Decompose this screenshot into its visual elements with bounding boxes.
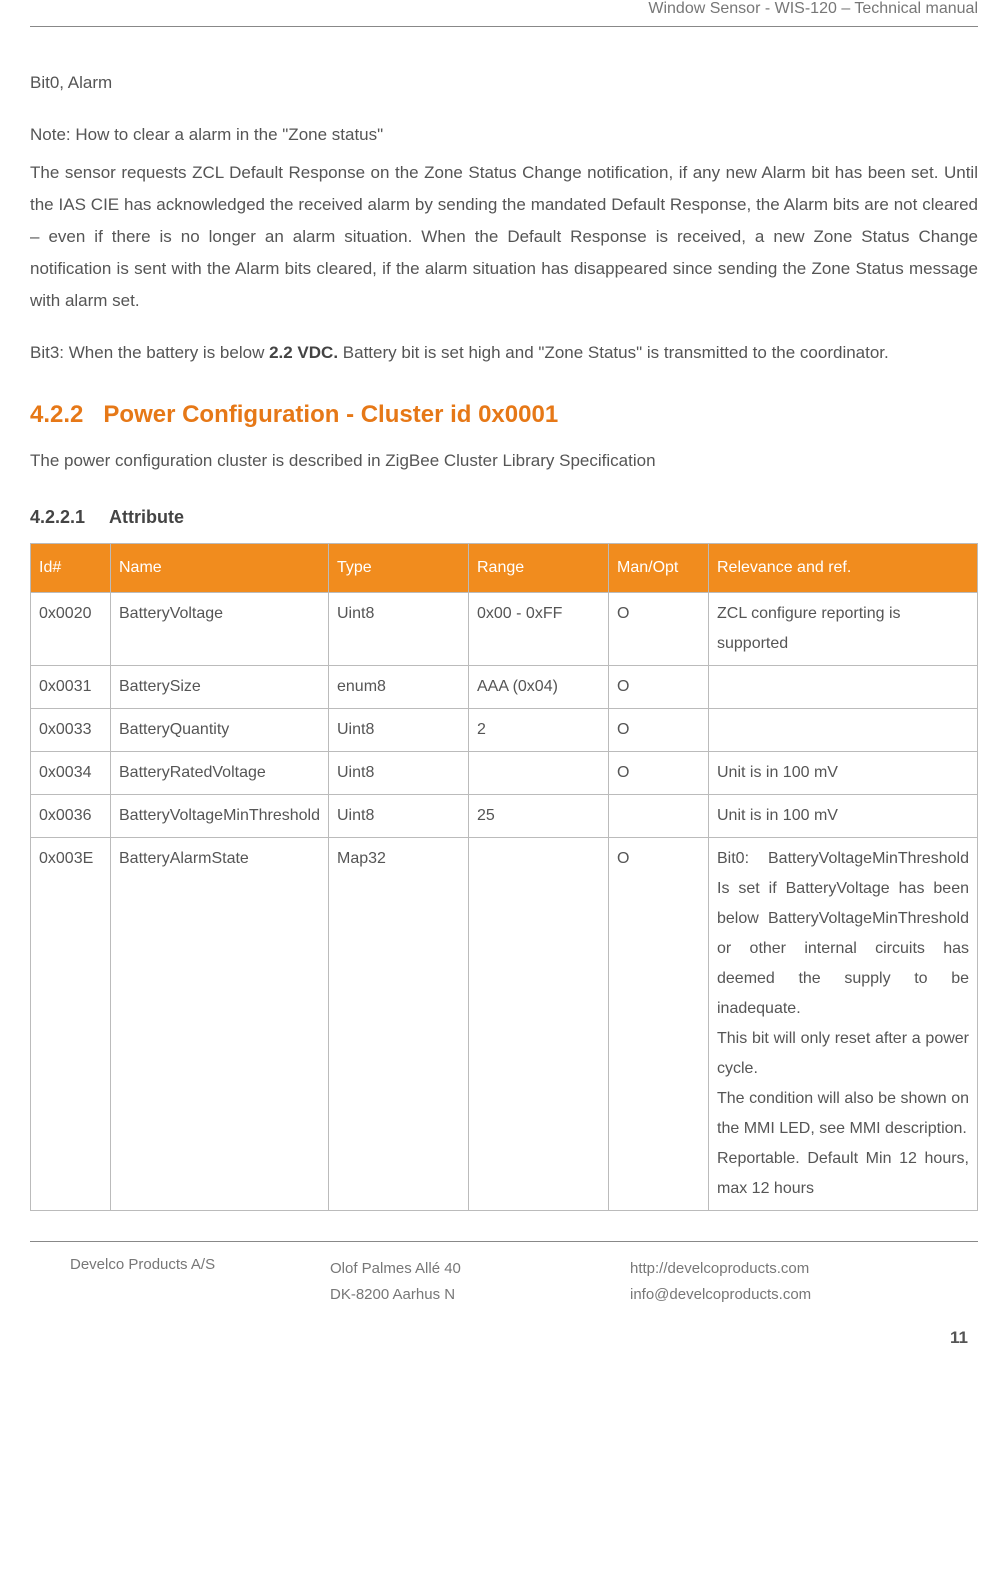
td-manopt: O — [609, 593, 709, 666]
td-range: 25 — [469, 795, 609, 838]
td-name: BatteryVoltage — [111, 593, 329, 666]
td-range: 2 — [469, 709, 609, 752]
section-heading: 4.2.2 Power Configuration - Cluster id 0… — [30, 399, 978, 431]
subsection-heading: 4.2.2.1 Attribute — [30, 501, 978, 533]
table-row: 0x0036BatteryVoltageMinThresholdUint825 U… — [31, 795, 978, 838]
td-id: 0x0034 — [31, 752, 111, 795]
td-range — [469, 752, 609, 795]
td-name: BatteryVoltageMinThreshold — [111, 795, 329, 838]
td-type: Uint8 — [329, 593, 469, 666]
td-relevance: Bit0: BatteryVoltageMinThreshold Is set … — [709, 838, 978, 1211]
th-manopt: Man/Opt — [609, 544, 709, 593]
table-row: 0x0031BatterySizeenum8AAA (0x04)O — [31, 666, 978, 709]
td-range: AAA (0x04) — [469, 666, 609, 709]
td-manopt: O — [609, 752, 709, 795]
table-row: 0x0034BatteryRatedVoltageUint8 OUnit is i… — [31, 752, 978, 795]
td-id: 0x0036 — [31, 795, 111, 838]
bit3-paragraph: Bit3: When the battery is below 2.2 VDC.… — [30, 337, 978, 369]
bit3-prefix: Bit3: — [30, 343, 64, 362]
section-intro: The power configuration cluster is descr… — [30, 445, 978, 477]
footer-addr1: Olof Palmes Allé 40 — [330, 1256, 630, 1282]
bit0-label: Bit0, Alarm — [30, 67, 978, 99]
bit3-bold: 2.2 VDC. — [269, 343, 338, 362]
td-type: Map32 — [329, 838, 469, 1211]
td-name: BatteryAlarmState — [111, 838, 329, 1211]
bit3-text1: When the battery is below — [64, 343, 269, 362]
td-relevance: Unit is in 100 mV — [709, 752, 978, 795]
th-relevance: Relevance and ref. — [709, 544, 978, 593]
subsection-title: Attribute — [109, 507, 184, 527]
note-heading: Note: How to clear a alarm in the "Zone … — [30, 119, 978, 151]
table-row: 0x0020BatteryVoltageUint80x00 - 0xFFOZCL… — [31, 593, 978, 666]
td-name: BatteryRatedVoltage — [111, 752, 329, 795]
footer: Develco Products A/S Olof Palmes Allé 40… — [30, 1241, 978, 1368]
footer-url: http://develcoproducts.com — [630, 1256, 930, 1282]
td-type: Uint8 — [329, 709, 469, 752]
subsection-number: 4.2.2.1 — [30, 507, 85, 527]
table-row: 0x003EBatteryAlarmStateMap32 OBit0: Batte… — [31, 838, 978, 1211]
table-row: 0x0033BatteryQuantityUint82O — [31, 709, 978, 752]
td-relevance: ZCL configure reporting is supported — [709, 593, 978, 666]
td-range: 0x00 - 0xFF — [469, 593, 609, 666]
th-range: Range — [469, 544, 609, 593]
footer-email: info@develcoproducts.com — [630, 1282, 930, 1308]
td-type: enum8 — [329, 666, 469, 709]
td-id: 0x003E — [31, 838, 111, 1211]
td-relevance — [709, 709, 978, 752]
footer-company: Develco Products A/S — [70, 1256, 330, 1308]
td-manopt — [609, 795, 709, 838]
bit3-text2: Battery bit is set high and "Zone Status… — [338, 343, 889, 362]
td-id: 0x0020 — [31, 593, 111, 666]
td-type: Uint8 — [329, 752, 469, 795]
page-number: 11 — [30, 1308, 978, 1368]
note-paragraph: The sensor requests ZCL Default Response… — [30, 157, 978, 317]
header-rule — [30, 26, 978, 27]
table-header-row: Id# Name Type Range Man/Opt Relevance an… — [31, 544, 978, 593]
td-range — [469, 838, 609, 1211]
attribute-table: Id# Name Type Range Man/Opt Relevance an… — [30, 543, 978, 1211]
td-name: BatterySize — [111, 666, 329, 709]
td-type: Uint8 — [329, 795, 469, 838]
td-manopt: O — [609, 838, 709, 1211]
footer-addr2: DK-8200 Aarhus N — [330, 1282, 630, 1308]
td-relevance: Unit is in 100 mV — [709, 795, 978, 838]
td-id: 0x0031 — [31, 666, 111, 709]
td-relevance — [709, 666, 978, 709]
th-name: Name — [111, 544, 329, 593]
doc-header-title: Window Sensor - WIS-120 – Technical manu… — [30, 0, 978, 26]
td-name: BatteryQuantity — [111, 709, 329, 752]
section-number: 4.2.2 — [30, 401, 83, 428]
td-id: 0x0033 — [31, 709, 111, 752]
td-manopt: O — [609, 666, 709, 709]
section-title: Power Configuration - Cluster id 0x0001 — [103, 401, 558, 428]
td-manopt: O — [609, 709, 709, 752]
th-type: Type — [329, 544, 469, 593]
th-id: Id# — [31, 544, 111, 593]
